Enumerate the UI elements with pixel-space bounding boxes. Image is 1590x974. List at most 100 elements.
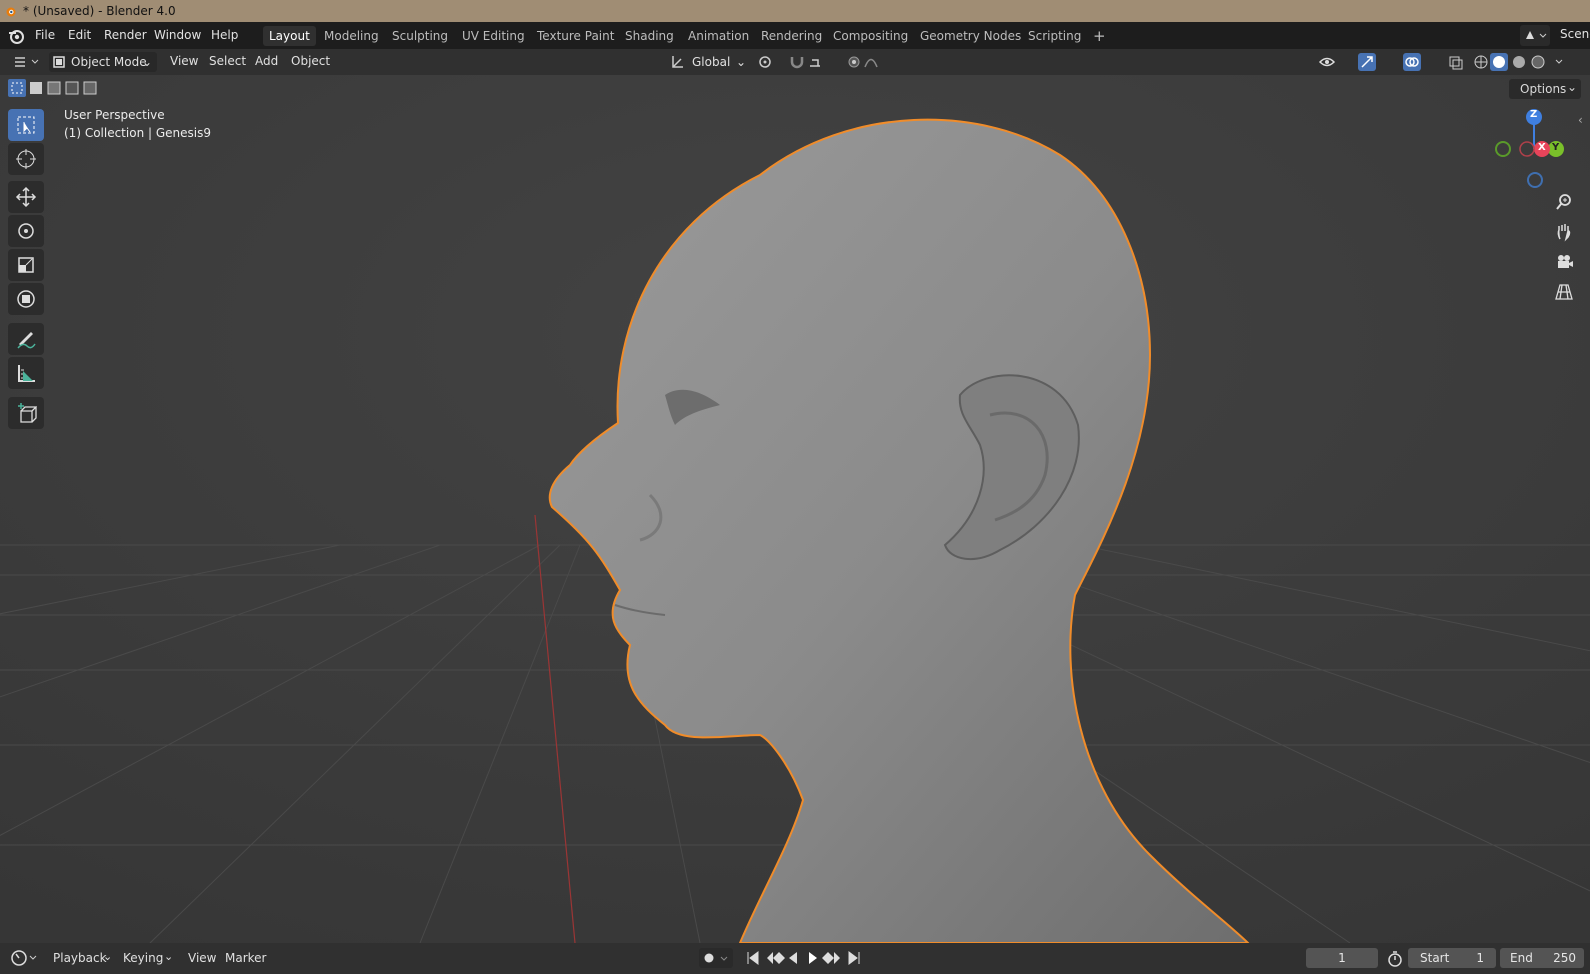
sidebar-toggle-icon[interactable]: ‹ [1578, 113, 1583, 127]
grid-perspective-icon [1555, 284, 1573, 300]
overlays-toggle-button[interactable] [1402, 52, 1434, 72]
orientation-label: Global [692, 55, 731, 69]
proportional-edit-icon [848, 56, 878, 68]
tool-transform[interactable] [8, 283, 44, 315]
timeline-editor-type[interactable] [10, 948, 40, 968]
end-frame-field[interactable]: End 250 [1500, 948, 1584, 968]
scale-icon [18, 257, 34, 273]
tool-annotate[interactable] [8, 323, 44, 355]
tool-add-cube[interactable] [8, 397, 44, 429]
playback-controls[interactable] [743, 948, 865, 968]
viewport-scene [0, 75, 1590, 943]
playback-buttons-icon [747, 951, 860, 965]
gizmo-z-label: Z [1530, 109, 1538, 120]
add-workspace-button[interactable]: + [1087, 26, 1112, 46]
eye-icon [1318, 57, 1336, 67]
menu-render[interactable]: Render [104, 28, 147, 42]
chevron-down-icon: ⌄ [142, 55, 153, 69]
header-menu-add[interactable]: Add [255, 54, 278, 68]
gizmo-y-label: Y [1552, 142, 1560, 153]
auto-keying-button[interactable] [699, 948, 733, 968]
gizmo-icon [1358, 53, 1376, 71]
scene-name[interactable]: Scene [1560, 27, 1590, 41]
menu-help[interactable]: Help [211, 28, 238, 42]
tab-rendering[interactable]: Rendering [755, 26, 828, 46]
zoom-icon [1556, 194, 1571, 210]
menu-window[interactable]: Window [154, 28, 201, 42]
tab-compositing[interactable]: Compositing [827, 26, 914, 46]
start-value: 1 [1476, 951, 1484, 965]
annotate-icon [17, 332, 36, 349]
start-frame-field[interactable]: Start 1 [1408, 948, 1496, 968]
tool-select-box[interactable] [8, 109, 44, 141]
chevron-down-icon: ⌄ [164, 950, 174, 963]
pan-button[interactable] [1551, 219, 1577, 245]
zoom-button[interactable] [1551, 189, 1577, 215]
editor-type-button[interactable] [10, 52, 42, 72]
current-frame-field[interactable]: 1 [1306, 948, 1378, 968]
snapping-button[interactable] [788, 52, 834, 72]
tab-geometry-nodes[interactable]: Geometry Nodes [914, 26, 1027, 46]
mode-selector[interactable]: Object Mode ⌄ [49, 52, 157, 72]
top-bar: File Edit Render Window Help Layout Mode… [0, 22, 1590, 49]
timeline-menu-keying[interactable]: Keying [123, 951, 163, 965]
timeline-menu-playback[interactable]: Playback [53, 951, 107, 965]
chevron-down-icon: ⌄ [1567, 80, 1578, 94]
tool-scale[interactable] [8, 249, 44, 281]
tab-animation[interactable]: Animation [682, 26, 755, 46]
pivot-point-button[interactable] [756, 52, 784, 72]
tab-layout[interactable]: Layout [263, 26, 316, 46]
transform-orientation-dropdown[interactable]: Global ⌄ [668, 52, 748, 72]
viewport-header: Object Mode ⌄ View Select Add Object Glo… [0, 49, 1590, 75]
proportional-editing-button[interactable] [845, 52, 887, 72]
menu-file[interactable]: File [35, 28, 55, 42]
shading-mode-group[interactable] [1472, 52, 1568, 72]
tab-uv-editing[interactable]: UV Editing [456, 26, 531, 46]
scene-icon [1526, 31, 1547, 39]
measure-icon [18, 365, 35, 382]
header-menu-view[interactable]: View [170, 54, 198, 68]
hand-icon [1557, 224, 1571, 242]
viewport-collection-label: (1) Collection | Genesis9 [64, 126, 211, 140]
start-label: Start [1420, 951, 1450, 965]
tab-texture-paint[interactable]: Texture Paint [531, 26, 620, 46]
end-label: End [1510, 951, 1533, 965]
tab-shading[interactable]: Shading [619, 26, 680, 46]
gizmo-x-label: X [1538, 142, 1546, 153]
timeline-bar: Playback ⌄ Keying ⌄ View Marker 1 Start … [0, 943, 1590, 974]
rotate-icon [18, 223, 34, 239]
window-title: * (Unsaved) - Blender 4.0 [23, 4, 176, 18]
end-value: 250 [1553, 951, 1576, 965]
timeline-menu-view[interactable]: View [188, 951, 216, 965]
select-box-modes-icon [8, 79, 97, 97]
tool-move[interactable] [8, 181, 44, 213]
perspective-toggle-button[interactable] [1551, 279, 1577, 305]
visibility-button[interactable] [1317, 52, 1347, 72]
tab-sculpting[interactable]: Sculpting [386, 26, 454, 46]
3d-viewport[interactable]: User Perspective (1) Collection | Genesi… [0, 75, 1590, 943]
move-icon [15, 186, 37, 208]
tool-rotate[interactable] [8, 215, 44, 247]
menu-edit[interactable]: Edit [68, 28, 91, 42]
record-icon [704, 953, 728, 963]
tool-cursor[interactable] [8, 143, 44, 175]
gizmo-toggle-button[interactable] [1357, 52, 1389, 72]
navigation-gizmo[interactable]: Z X Y [1490, 105, 1570, 195]
header-menu-object[interactable]: Object [291, 54, 330, 68]
options-dropdown[interactable]: Options ⌄ [1509, 79, 1581, 99]
window-titlebar: * (Unsaved) - Blender 4.0 [0, 0, 1590, 22]
scene-selector-button[interactable] [1520, 25, 1550, 46]
tool-measure[interactable] [8, 357, 44, 389]
viewport-perspective-label: User Perspective [64, 108, 165, 122]
camera-view-button[interactable] [1551, 249, 1577, 275]
tab-modeling[interactable]: Modeling [318, 26, 385, 46]
blender-logo-icon [6, 7, 16, 17]
header-menu-select[interactable]: Select [209, 54, 246, 68]
timeline-menu-marker[interactable]: Marker [225, 951, 266, 965]
xray-toggle-button[interactable] [1447, 52, 1465, 72]
tab-scripting[interactable]: Scripting [1022, 26, 1087, 46]
editor-type-icon [15, 57, 39, 67]
cursor-icon [16, 149, 36, 169]
blender-menu-icon[interactable] [8, 27, 26, 45]
select-mode-group[interactable] [8, 79, 104, 100]
